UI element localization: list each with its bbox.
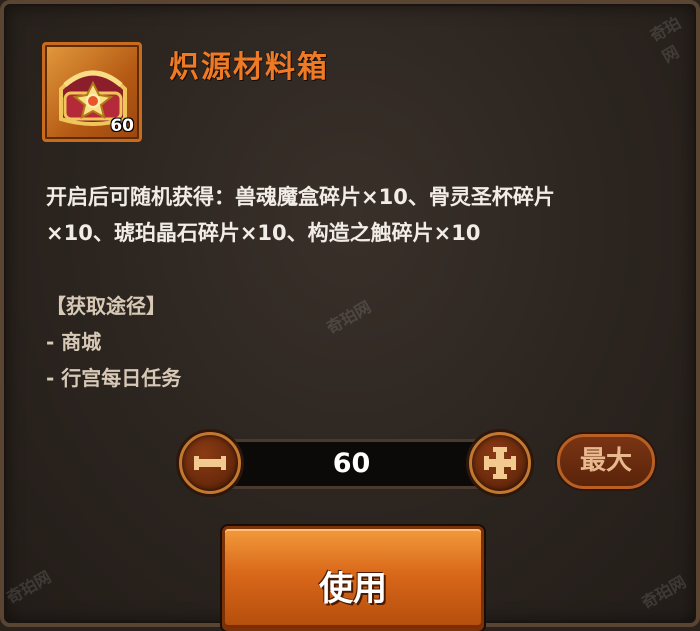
description-line: 开启后可随机获得：兽魂魔盒碎片×10、骨灵圣杯碎片	[46, 185, 555, 209]
use-button[interactable]: 使用	[222, 526, 484, 631]
max-button[interactable]: 最大	[557, 434, 655, 489]
plus-icon	[484, 447, 516, 479]
quantity-display: 60	[199, 439, 504, 489]
item-description: 开启后可随机获得：兽魂魔盒碎片×10、骨灵圣杯碎片 ×10、琥珀晶石碎片×10、…	[46, 179, 676, 251]
acquisition-item: - 行宫每日任务	[46, 366, 182, 390]
watermark: 奇珀网	[646, 13, 685, 67]
watermark: 奇珀网	[323, 297, 375, 338]
item-detail-panel: 奇珀网 奇珀网 奇珀网 奇珀网 60 炽源材料箱 开启后可随机获得：兽魂魔盒碎片…	[0, 0, 700, 631]
watermark: 奇珀网	[3, 567, 55, 608]
item-title: 炽源材料箱	[169, 50, 329, 85]
quantity-value: 60	[332, 448, 371, 479]
description-line: ×10、琥珀晶石碎片×10、构造之触碎片×10	[46, 221, 481, 245]
acquisition-header: 【获取途径】	[46, 294, 166, 318]
watermark: 奇珀网	[638, 572, 690, 613]
item-icon-frame: 60	[42, 42, 142, 142]
item-count: 60	[110, 116, 134, 136]
decrease-button[interactable]	[179, 432, 241, 494]
increase-button[interactable]	[469, 432, 531, 494]
acquisition-section: 【获取途径】 - 商城 - 行宫每日任务	[46, 288, 181, 396]
minus-icon	[194, 456, 226, 470]
use-button-label: 使用	[319, 569, 387, 609]
acquisition-item: - 商城	[46, 330, 102, 354]
